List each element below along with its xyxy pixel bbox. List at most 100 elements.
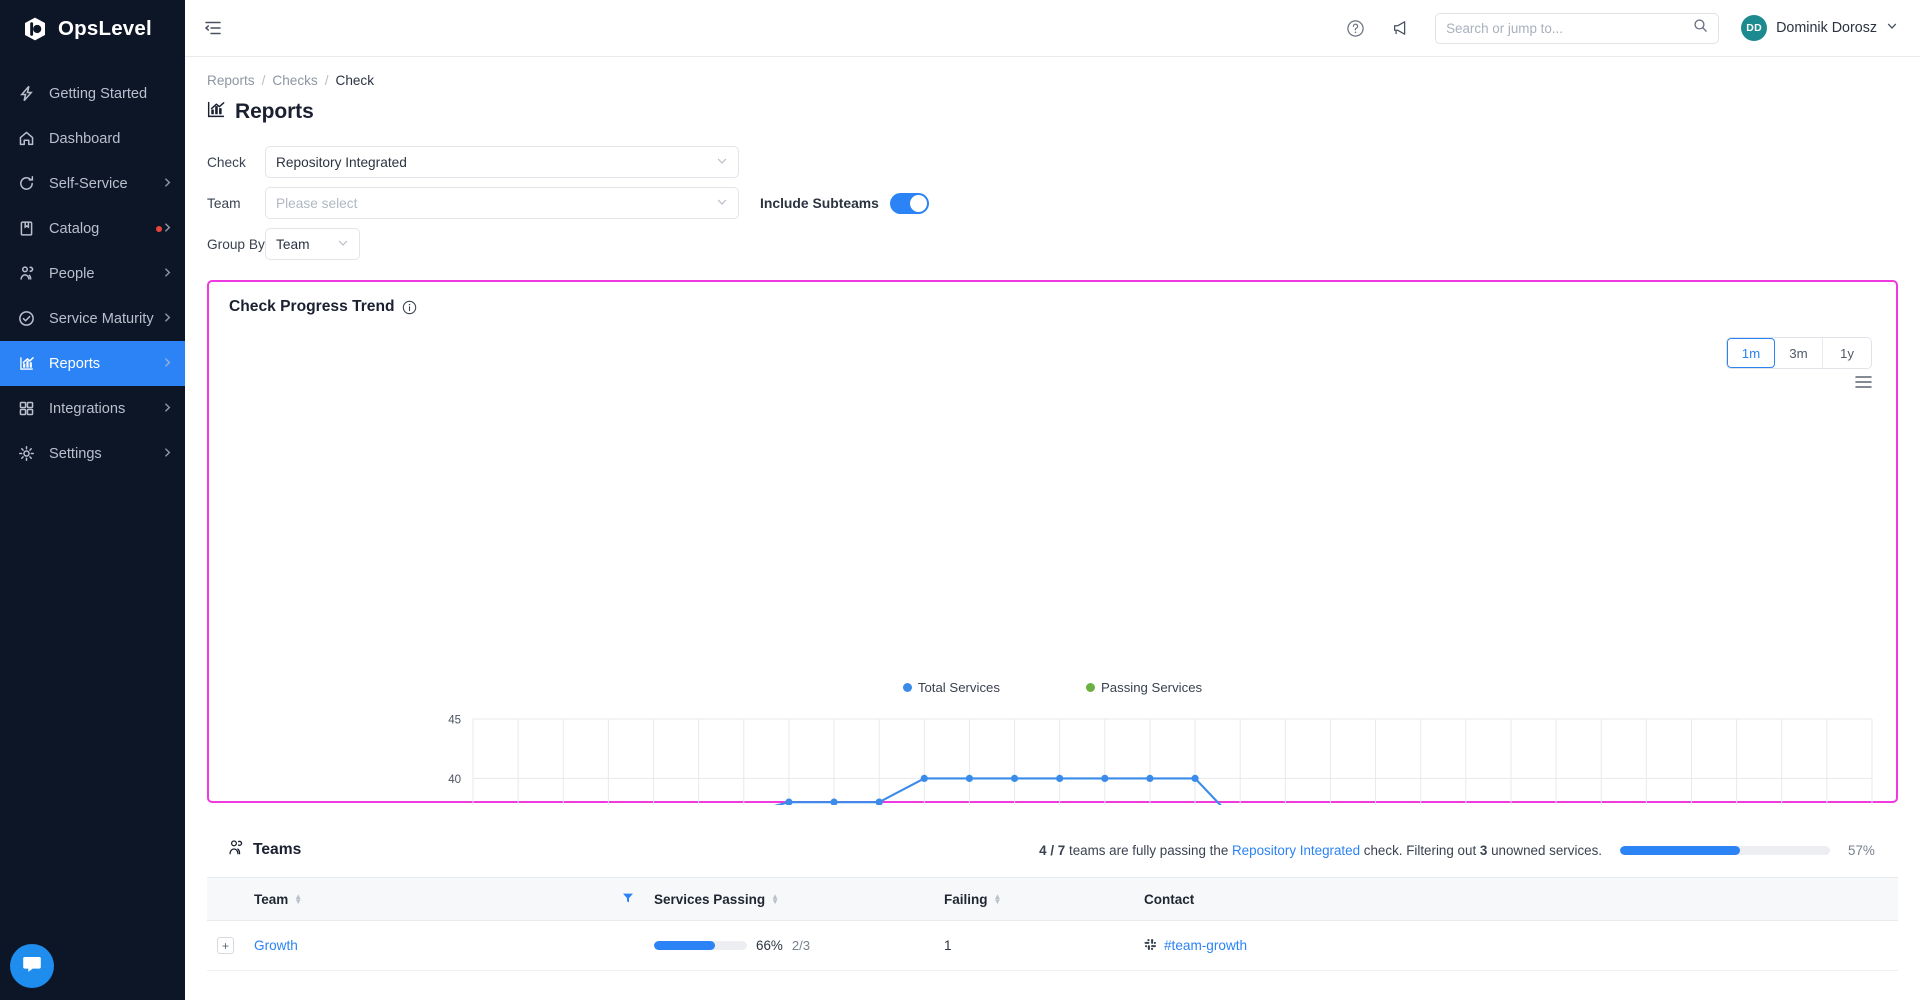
book-icon bbox=[14, 220, 38, 237]
include-subteams-label: Include Subteams bbox=[760, 195, 879, 211]
row-progress-fill bbox=[654, 941, 716, 950]
sort-icon[interactable]: ▲ ▼ bbox=[994, 893, 1002, 906]
team-select[interactable]: Please select bbox=[265, 187, 739, 219]
data-point[interactable] bbox=[830, 798, 838, 805]
search-input[interactable] bbox=[1446, 20, 1694, 36]
team-link[interactable]: Growth bbox=[254, 938, 298, 953]
overall-progress-bar bbox=[1620, 845, 1830, 855]
sidebar-item-reports[interactable]: Reports bbox=[0, 341, 185, 386]
data-point[interactable] bbox=[785, 798, 793, 805]
chevron-right-icon bbox=[162, 401, 173, 417]
team-select-placeholder: Please select bbox=[276, 195, 358, 211]
data-point[interactable] bbox=[1056, 774, 1064, 782]
chevron-down-icon bbox=[716, 155, 728, 170]
page-content: Reports / Checks / Check Reports Check R… bbox=[185, 57, 1920, 260]
passing-count: 4 bbox=[1039, 842, 1047, 858]
sidebar-item-settings[interactable]: Settings bbox=[0, 431, 185, 476]
summary-text-3: unowned services. bbox=[1491, 842, 1602, 858]
sidebar-item-catalog[interactable]: Catalog bbox=[0, 206, 185, 251]
chevron-right-icon bbox=[162, 176, 173, 192]
sidebar-item-service-maturity[interactable]: Service Maturity bbox=[0, 296, 185, 341]
check-circle-icon bbox=[14, 310, 38, 327]
sidebar-item-self-service[interactable]: Self-Service bbox=[0, 161, 185, 206]
chevron-right-icon bbox=[162, 356, 173, 372]
overall-progress-fill bbox=[1620, 845, 1740, 855]
sort-icon[interactable]: ▲ ▼ bbox=[294, 893, 302, 906]
sidebar-item-integrations[interactable]: Integrations bbox=[0, 386, 185, 431]
gear-icon bbox=[14, 445, 38, 462]
sidebar-item-label: Integrations bbox=[49, 400, 126, 417]
check-link[interactable]: Repository Integrated bbox=[1232, 843, 1360, 858]
grid-icon bbox=[14, 400, 38, 417]
cell-services-passing: 66% 2/3 bbox=[644, 920, 934, 971]
chevron-down-icon bbox=[337, 237, 349, 252]
chevron-right-icon bbox=[162, 446, 173, 462]
home-icon bbox=[14, 130, 38, 147]
data-point[interactable] bbox=[1101, 774, 1109, 782]
refresh-icon bbox=[14, 175, 38, 192]
group-by-select[interactable]: Team bbox=[265, 228, 360, 260]
search-icon[interactable] bbox=[1693, 18, 1708, 38]
brand-logo-link[interactable]: OpsLevel bbox=[0, 0, 185, 57]
teams-title-text: Teams bbox=[253, 841, 302, 858]
th-failing[interactable]: Failing ▲ ▼ bbox=[934, 877, 1134, 921]
teams-summary: 4 / 7 teams are fully passing the Reposi… bbox=[1039, 843, 1878, 858]
th-expand bbox=[207, 877, 244, 921]
sidebar-item-people[interactable]: People bbox=[0, 251, 185, 296]
chevron-right-icon bbox=[162, 266, 173, 282]
question-circle-icon[interactable] bbox=[1343, 16, 1367, 40]
teams-table-head: Team ▲ ▼ Services Passing ▲ ▼ Failing ▲ … bbox=[207, 877, 1898, 921]
teams-table: Team ▲ ▼ Services Passing ▲ ▼ Failing ▲ … bbox=[207, 877, 1898, 971]
data-point[interactable] bbox=[1010, 774, 1019, 782]
summary-text-1: teams are fully passing the bbox=[1068, 842, 1229, 858]
breadcrumb-item-reports[interactable]: Reports bbox=[207, 73, 255, 88]
people-icon bbox=[227, 839, 244, 861]
people-icon bbox=[14, 265, 38, 282]
breadcrumb-item-checks[interactable]: Checks bbox=[272, 73, 317, 88]
user-menu[interactable]: DD Dominik Dorosz bbox=[1741, 15, 1898, 41]
megaphone-icon[interactable] bbox=[1389, 16, 1413, 40]
overall-progress-label: 57% bbox=[1848, 842, 1875, 858]
sidebar-item-label: Service Maturity bbox=[49, 310, 154, 327]
group-by-filter-label: Group By bbox=[207, 236, 265, 252]
th-services-passing[interactable]: Services Passing ▲ ▼ bbox=[644, 877, 934, 921]
summary-text-2: check. Filtering out bbox=[1363, 842, 1477, 858]
group-by-select-value: Team bbox=[276, 236, 310, 252]
contact-link[interactable]: #team-growth bbox=[1164, 938, 1247, 953]
data-point[interactable] bbox=[875, 798, 883, 805]
expand-row-button[interactable]: + bbox=[217, 937, 234, 954]
include-subteams-group: Include Subteams bbox=[760, 192, 929, 214]
include-subteams-toggle[interactable] bbox=[889, 192, 929, 214]
sidebar-item-label: Self-Service bbox=[49, 175, 128, 192]
breadcrumb: Reports / Checks / Check bbox=[207, 57, 1898, 88]
teams-card: Teams 4 / 7 teams are fully passing the … bbox=[207, 825, 1898, 971]
cell-failing: 1 bbox=[934, 920, 1134, 971]
toggle-knob bbox=[909, 194, 927, 212]
trend-chart: 202530354045Dec 5Dec 6Dec 7Dec 8Dec 9Dec… bbox=[448, 715, 1873, 805]
data-point[interactable] bbox=[1146, 774, 1154, 782]
sidebar-item-dashboard[interactable]: Dashboard bbox=[0, 116, 185, 161]
th-services-passing-label: Services Passing bbox=[654, 891, 766, 907]
search-box[interactable] bbox=[1435, 12, 1720, 44]
sidebar-collapse-icon[interactable] bbox=[201, 16, 225, 40]
filter-icon[interactable] bbox=[622, 892, 634, 907]
unowned-count: 3 bbox=[1479, 842, 1488, 858]
team-filter-label: Team bbox=[207, 195, 241, 211]
th-contact: Contact bbox=[1134, 877, 1898, 921]
data-point[interactable] bbox=[965, 774, 974, 782]
check-select-value: Repository Integrated bbox=[276, 154, 407, 170]
data-point[interactable] bbox=[920, 774, 928, 782]
series-line-total-services bbox=[773, 777, 1222, 805]
th-team[interactable]: Team ▲ ▼ bbox=[244, 877, 644, 921]
chart-icon bbox=[14, 355, 38, 372]
row-progress-pct: 66% bbox=[756, 938, 783, 953]
chevron-right-icon bbox=[162, 311, 173, 327]
sidebar-item-label: Catalog bbox=[49, 220, 100, 237]
bolt-icon bbox=[14, 85, 38, 102]
check-select[interactable]: Repository Integrated bbox=[265, 146, 739, 178]
filter-row-team: Team Please select Include Subteams bbox=[207, 187, 1898, 219]
sort-icon[interactable]: ▲ ▼ bbox=[771, 893, 779, 906]
filter-row-group-by: Group By Team bbox=[207, 228, 1898, 260]
sidebar-item-getting-started[interactable]: Getting Started bbox=[0, 71, 185, 116]
data-point[interactable] bbox=[1191, 774, 1199, 782]
